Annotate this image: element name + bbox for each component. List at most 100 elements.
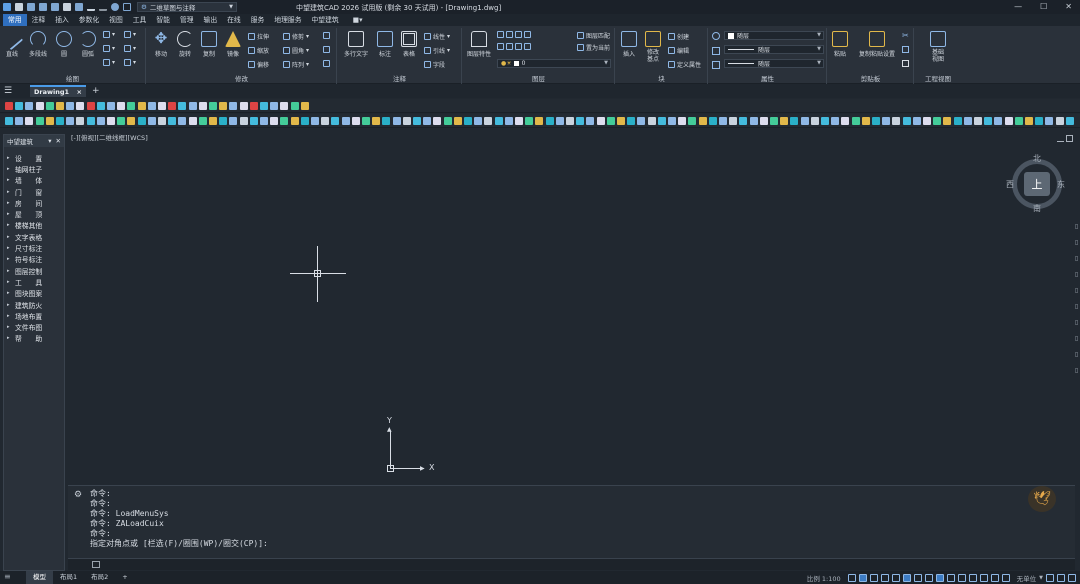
toolbar-tool-icon[interactable] xyxy=(1035,117,1044,125)
toolbar-tool-icon[interactable] xyxy=(5,102,13,110)
tab-annotate[interactable]: 注释 xyxy=(27,14,51,26)
toolbar-tool-icon[interactable] xyxy=(198,102,207,110)
circle-button[interactable]: 圆 xyxy=(53,31,75,58)
sidebar-item[interactable]: ▸ 场地布置 xyxy=(4,310,64,321)
toolbar-tool-icon[interactable] xyxy=(759,117,768,125)
toolbar-tool-icon[interactable] xyxy=(168,117,177,125)
tab-layout2[interactable]: 布局2 xyxy=(84,571,115,584)
toolbar-tool-icon[interactable] xyxy=(474,117,483,125)
toolbar-tool-icon[interactable] xyxy=(280,117,289,125)
table-button[interactable]: 表格 xyxy=(398,31,420,58)
sidebar-item[interactable]: ▸ 楼梯其他 xyxy=(4,220,64,231)
panel-view-title[interactable]: 工程视图 xyxy=(915,73,961,83)
tab-service[interactable]: 服务 xyxy=(246,14,270,26)
sidebar-item[interactable]: ▸ 墙 体 xyxy=(4,175,64,186)
transparency-toggle-icon[interactable] xyxy=(924,574,933,582)
toolbar-tool-icon[interactable] xyxy=(107,117,115,125)
panel-modify-title[interactable]: 修改 xyxy=(147,73,336,83)
close-button[interactable]: ✕ xyxy=(1065,2,1072,11)
polyline-button[interactable]: 多段线 xyxy=(27,31,49,58)
toolbar-tool-icon[interactable] xyxy=(892,117,901,125)
toolbar-tool-icon[interactable] xyxy=(851,117,860,125)
tab-tools[interactable]: 工具 xyxy=(128,14,152,26)
toolbar-tool-icon[interactable] xyxy=(545,117,554,125)
list-icon[interactable] xyxy=(712,47,720,55)
toolbar-tool-icon[interactable] xyxy=(953,117,962,125)
tab-online[interactable]: 在线 xyxy=(222,14,246,26)
layer-isolate-icon[interactable] xyxy=(506,31,513,38)
tab-home[interactable]: 常用 xyxy=(3,14,27,26)
toolbar-tool-icon[interactable] xyxy=(45,102,54,110)
line-button[interactable]: 直线 xyxy=(0,27,24,58)
panel-layers-title[interactable]: 图层 xyxy=(463,73,614,83)
toolbar-tool-icon[interactable] xyxy=(290,102,299,110)
toolbar-tool-icon[interactable] xyxy=(127,102,136,110)
array-button[interactable]: 阵列 ▾ xyxy=(283,60,309,69)
spline-button[interactable]: ▾ xyxy=(124,31,136,38)
online-icon[interactable] xyxy=(111,3,119,11)
toolbar-tool-icon[interactable] xyxy=(270,102,279,110)
side-tool-10-icon[interactable]: ▯ xyxy=(1075,367,1078,374)
toolbar-tool-icon[interactable] xyxy=(56,117,64,125)
toolbar-tool-icon[interactable] xyxy=(861,117,870,125)
toolbar-tool-icon[interactable] xyxy=(300,102,309,110)
workspace-switch-icon[interactable] xyxy=(979,574,988,582)
side-tool-8-icon[interactable]: ▯ xyxy=(1075,335,1078,342)
layer-walk-icon[interactable] xyxy=(497,43,504,50)
toolbar-tool-icon[interactable] xyxy=(423,117,432,125)
rotate-button[interactable]: 旋转 xyxy=(174,31,196,58)
scale-readout[interactable]: 比例 1:100 xyxy=(807,573,841,583)
ortho-toggle-icon[interactable] xyxy=(869,574,878,582)
copy-paste-settings-button[interactable]: 复制粘贴设置 xyxy=(857,31,897,58)
lineweight-toggle-icon[interactable] xyxy=(913,574,922,582)
maximize-button[interactable]: ☐ xyxy=(1040,2,1047,11)
properties-icon[interactable] xyxy=(712,61,720,69)
open-file-icon[interactable] xyxy=(27,3,35,11)
toolbar-tool-icon[interactable] xyxy=(1065,117,1074,125)
dimension-button[interactable]: 标注 xyxy=(374,31,396,58)
set-current-button[interactable]: 置为当前 xyxy=(577,43,610,52)
units-readout[interactable]: 无单位 xyxy=(1017,573,1037,583)
copy-clip-icon[interactable] xyxy=(902,46,909,53)
layer-lock-icon[interactable] xyxy=(524,31,531,38)
rectangle-button[interactable]: ▾ xyxy=(103,31,115,38)
toolbar-tool-icon[interactable] xyxy=(341,117,350,125)
insert-block-button[interactable]: 插入 xyxy=(618,31,640,58)
toolbar-tool-icon[interactable] xyxy=(382,117,391,125)
redo-icon[interactable] xyxy=(99,3,107,11)
toolbar-tool-icon[interactable] xyxy=(188,102,197,110)
toolbar-tool-icon[interactable] xyxy=(515,117,523,125)
toolbar-tool-icon[interactable] xyxy=(229,102,238,110)
toolbar-tool-icon[interactable] xyxy=(484,117,493,125)
toolbar-tool-icon[interactable] xyxy=(35,102,44,110)
region-button[interactable]: ▾ xyxy=(103,59,115,66)
selection-cycling-icon[interactable] xyxy=(935,574,944,582)
scale-button[interactable]: 缩放 xyxy=(248,46,269,55)
toolbar-tool-icon[interactable] xyxy=(800,117,809,125)
sidebar-item[interactable]: ▸ 屋 顶 xyxy=(4,208,64,219)
toolbar-tool-icon[interactable] xyxy=(657,117,666,125)
toolbar-tool-icon[interactable] xyxy=(576,117,585,125)
offset-button[interactable]: 偏移 xyxy=(248,60,269,69)
panel-clipboard-title[interactable]: 剪贴板 xyxy=(828,73,913,83)
otrack-toggle-icon[interactable] xyxy=(902,574,911,582)
toolbar-tool-icon[interactable] xyxy=(137,102,146,110)
toolbar-tool-icon[interactable] xyxy=(821,117,829,125)
toolbar-tool-icon[interactable] xyxy=(1045,117,1054,125)
viewport-maximize-icon[interactable] xyxy=(1066,135,1073,142)
toolbar-tool-icon[interactable] xyxy=(525,117,534,125)
tab-view[interactable]: 视图 xyxy=(104,14,128,26)
stretch-button[interactable]: 拉伸 xyxy=(248,32,269,41)
side-tool-1-icon[interactable]: ▯ xyxy=(1075,223,1078,230)
toolbar-tool-icon[interactable] xyxy=(1004,117,1013,125)
point-button[interactable]: ▾ xyxy=(124,59,136,66)
compass-west[interactable]: 西 xyxy=(1006,179,1014,190)
toolbar-tool-icon[interactable] xyxy=(66,102,75,110)
linear-dim-button[interactable]: 线性 ▾ xyxy=(424,32,450,41)
toolbar-tool-icon[interactable] xyxy=(260,117,268,125)
toolbar-tool-icon[interactable] xyxy=(188,117,197,125)
hatch-button[interactable]: ▾ xyxy=(103,45,115,52)
toolbar-tool-icon[interactable] xyxy=(5,117,13,125)
toolbar-tool-icon[interactable] xyxy=(96,102,105,110)
break-button[interactable] xyxy=(323,60,330,67)
